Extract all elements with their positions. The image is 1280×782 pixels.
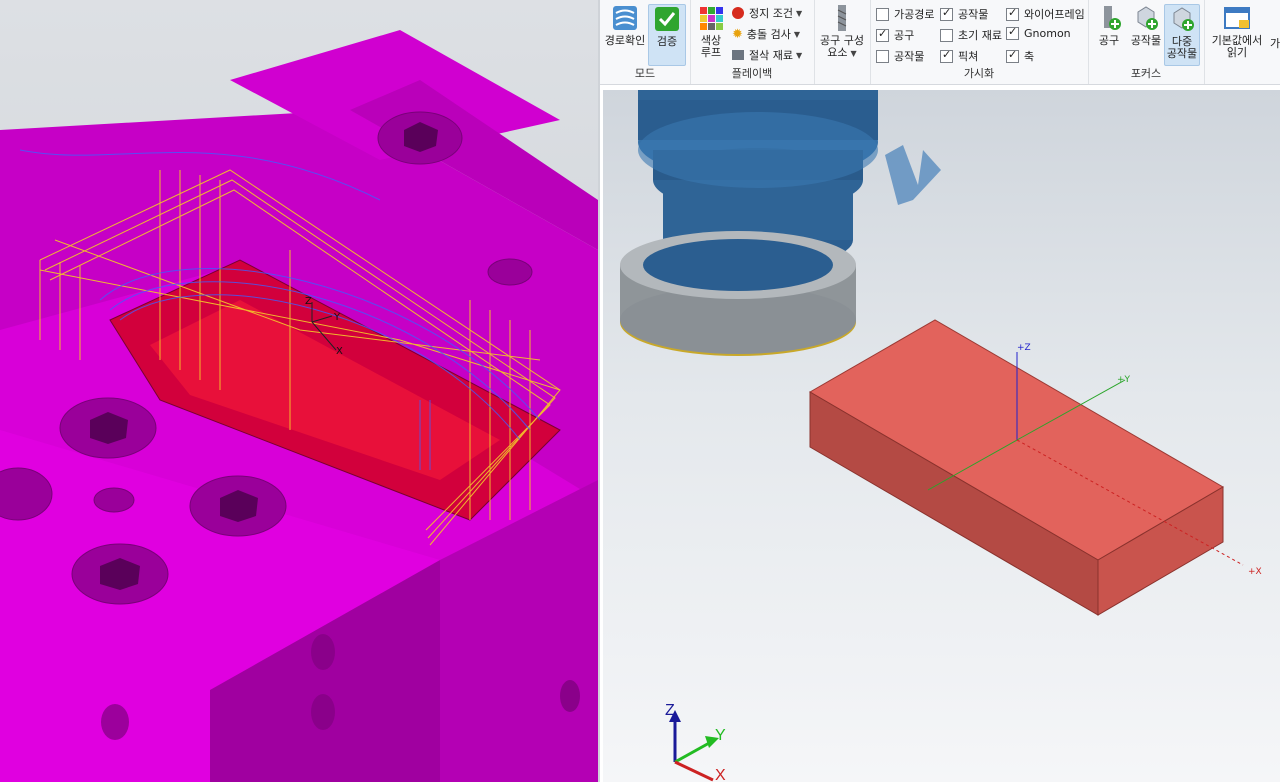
verify-label: 검증 (656, 35, 678, 48)
collision-burst-icon: ✹ (732, 26, 743, 42)
focus-group-label: 포커스 (1130, 67, 1162, 80)
viewport-axis-z-label: +Z (1017, 343, 1031, 353)
focus-tool-button[interactable]: 공구 (1092, 4, 1126, 47)
mode-group-label: 모드 (634, 67, 656, 80)
multi-workpiece-icon (1168, 5, 1196, 33)
focus-multi-label-2: 공작물 (1166, 47, 1198, 60)
left-axis-x-label: X (336, 346, 343, 357)
tool-components-group: 공구 구성 요소 ▼ (814, 0, 871, 84)
focus-workpiece-label: 공작물 (1130, 34, 1162, 47)
color-loop-button[interactable]: 색상 루프 (694, 4, 728, 59)
color-loop-label-2: 루프 (700, 46, 722, 59)
dropdown-arrow-icon: ▼ (793, 29, 801, 39)
focus-group: 공구 공작물 다중 공작물 포커스 (1088, 0, 1205, 84)
checkbox[interactable] (940, 28, 953, 42)
visibility-wireframe-checkbox[interactable]: 와이어프레임 (1006, 6, 1085, 22)
partial-label: 가 (1269, 38, 1280, 50)
visibility-label: 가공경로 (894, 8, 935, 21)
defaults-group: 기본값에서 읽기 가 (1204, 0, 1280, 84)
read-defaults-button[interactable]: 기본값에서 읽기 (1208, 4, 1266, 59)
color-grid-icon (697, 4, 725, 32)
ribbon-toolbar: 경로확인 검증 모드 색상 루프 정지 조건 ▼ ✹ 충돌 검사 ▼ 절삭 재료… (600, 0, 1280, 85)
toolpath-viewport[interactable]: Z Y X (0, 0, 598, 782)
tool-components-label-2: 요소 (827, 46, 848, 59)
visibility-label: 공작물 (958, 8, 989, 21)
checkbox[interactable] (940, 6, 953, 21)
checkbox[interactable] (1006, 6, 1019, 21)
visibility-group: 가공경로 공구 공작물 공작물 초기 재료 픽쳐 와이어프레임 Gnomon 축… (870, 0, 1089, 84)
partial-button[interactable]: 가 (1268, 38, 1280, 50)
visibility-axes-checkbox[interactable]: 축 (1006, 48, 1034, 64)
green-check-icon (653, 5, 681, 33)
checkbox[interactable] (876, 49, 889, 63)
viewport-axis-y-label: +Y (1117, 375, 1131, 385)
visibility-workpiece-2-checkbox[interactable]: 공작물 (940, 6, 988, 22)
visibility-label: 축 (1024, 50, 1035, 63)
gnomon (669, 710, 719, 782)
stop-conditions-label: 정지 조건 (749, 7, 793, 20)
visibility-label: 픽쳐 (958, 50, 979, 63)
gnomon-z-label: Z (665, 702, 675, 719)
focus-multi-workpiece-button[interactable]: 다중 공작물 (1164, 4, 1200, 66)
visibility-tool-checkbox[interactable]: 공구 (876, 27, 914, 43)
stop-circle-icon (732, 7, 744, 19)
tool-focus-icon (1095, 4, 1123, 32)
visibility-group-label: 가시화 (963, 67, 995, 80)
collision-check-dropdown[interactable]: ✹ 충돌 검사 ▼ (732, 26, 800, 42)
mode-group: 경로확인 검증 모드 (600, 0, 691, 84)
dropdown-arrow-icon: ▼ (795, 50, 803, 60)
visibility-toolpath-checkbox[interactable]: 가공경로 (876, 6, 934, 22)
cut-material-label: 절삭 재료 (749, 49, 793, 62)
defaults-window-icon (1223, 4, 1251, 32)
checkbox[interactable] (1006, 25, 1019, 40)
dropdown-arrow-icon: ▼ (795, 8, 803, 18)
left-axis-z-label: Z (305, 296, 312, 307)
focus-workpiece-button[interactable]: 공작물 (1128, 4, 1164, 47)
direction-arrow-icon (885, 145, 941, 205)
visibility-label: Gnomon (1024, 27, 1071, 40)
focus-tool-label: 공구 (1098, 34, 1120, 47)
verification-pane: 경로확인 검증 모드 색상 루프 정지 조건 ▼ ✹ 충돌 검사 ▼ 절삭 재료… (600, 0, 1280, 782)
path-check-label: 경로확인 (604, 34, 646, 47)
gnomon-x-label: X (715, 767, 726, 782)
collision-check-label: 충돌 검사 (746, 28, 791, 41)
visibility-initial-stock-checkbox[interactable]: 초기 재료 (940, 27, 1002, 43)
checkbox[interactable] (940, 48, 953, 63)
toolpath-lines-icon (611, 4, 639, 32)
path-check-button[interactable]: 경로확인 (604, 4, 646, 47)
verification-viewport[interactable]: +Z +Y +X Z Y X (603, 90, 1280, 782)
end-mill-icon (828, 4, 856, 32)
workpiece-focus-icon (1132, 4, 1160, 32)
visibility-label: 공작물 (894, 50, 925, 63)
checkbox[interactable] (1006, 48, 1019, 63)
tool-components-button[interactable]: 공구 구성 요소 ▼ (818, 4, 866, 60)
tool-collar (620, 231, 856, 356)
left-axis-y-label: Y (333, 312, 341, 323)
visibility-label: 공구 (894, 29, 915, 42)
cut-material-dropdown[interactable]: 절삭 재료 ▼ (732, 47, 802, 63)
playback-group: 색상 루프 정지 조건 ▼ ✹ 충돌 검사 ▼ 절삭 재료 ▼ 플레이백 (690, 0, 815, 84)
tool-components-label-2-row: 요소 ▼ (818, 47, 866, 60)
stop-conditions-dropdown[interactable]: 정지 조건 ▼ (732, 5, 802, 21)
visibility-label: 와이어프레임 (1024, 8, 1085, 21)
checkbox[interactable] (876, 7, 889, 21)
playback-group-label: 플레이백 (731, 67, 773, 80)
material-block-icon (732, 50, 744, 60)
visibility-workpiece-checkbox[interactable]: 공작물 (876, 48, 924, 64)
read-defaults-label-2: 읽기 (1226, 46, 1248, 59)
visibility-fixture-checkbox[interactable]: 픽쳐 (940, 48, 978, 64)
dropdown-arrow-icon: ▼ (850, 49, 857, 58)
checkbox[interactable] (876, 27, 889, 42)
gnomon-y-label: Y (715, 727, 726, 744)
visibility-label: 초기 재료 (958, 29, 1002, 42)
verify-button[interactable]: 검증 (648, 4, 686, 66)
viewport-axis-x-label: +X (1248, 567, 1262, 577)
visibility-gnomon-checkbox[interactable]: Gnomon (1006, 25, 1071, 40)
